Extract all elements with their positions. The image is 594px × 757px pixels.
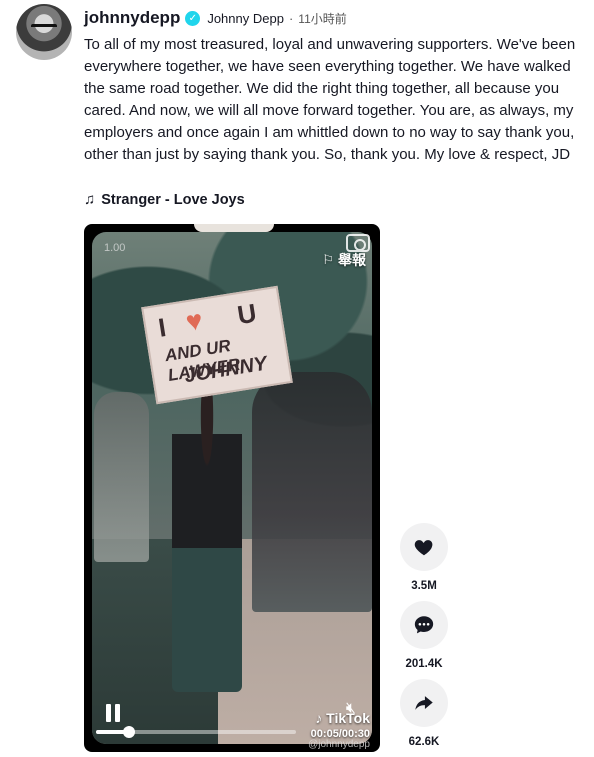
share-count: 62.6K xyxy=(408,736,440,748)
action-bar: 3.5M 201.4K 62.6K xyxy=(400,523,448,757)
share-button[interactable] xyxy=(400,679,448,727)
report-button[interactable]: ⚐ 舉報 xyxy=(322,250,366,270)
flag-icon: ⚐ xyxy=(322,252,334,267)
like-button[interactable] xyxy=(400,523,448,571)
video-watermark: @johnnydepp xyxy=(308,739,370,750)
sign-text-u: U xyxy=(235,297,259,331)
heart-icon xyxy=(414,540,433,556)
avatar[interactable] xyxy=(16,4,72,60)
nickname[interactable]: Johnny Depp xyxy=(207,11,284,26)
progress-bar[interactable] xyxy=(96,726,296,738)
time-ago: 11小時前 xyxy=(298,11,347,26)
sign-heart-icon: ♥ xyxy=(183,304,205,338)
comment-action[interactable]: 201.4K xyxy=(400,601,448,671)
post-caption: To all of my most treasured, loyal and u… xyxy=(84,36,576,163)
video-person-holding-sign xyxy=(172,392,242,692)
avatar-glasses xyxy=(31,24,57,31)
music-title[interactable]: Stranger - Love Joys xyxy=(101,192,244,208)
like-action[interactable]: 3.5M xyxy=(400,523,448,593)
like-count: 3.5M xyxy=(411,580,437,592)
video-crowd xyxy=(252,372,372,612)
video-person-left xyxy=(94,392,149,562)
music-link[interactable]: ♫ Stranger - Love Joys xyxy=(84,191,245,208)
pause-icon[interactable] xyxy=(106,704,122,722)
comment-button[interactable] xyxy=(400,601,448,649)
report-label: 舉報 xyxy=(338,252,366,268)
separator: · xyxy=(288,10,294,26)
tiktok-logo: ♪ TikTok xyxy=(315,710,370,726)
post-header: johnnydepp ✓ Johnny Depp · 11小時前 xyxy=(84,8,347,28)
brand-label: TikTok xyxy=(326,710,370,726)
comment-icon xyxy=(414,616,434,634)
music-note-icon: ♫ xyxy=(84,191,96,208)
aspect-label: 1.00 xyxy=(104,242,126,254)
video-top-notch xyxy=(194,224,274,232)
sign-text-i: I xyxy=(156,311,169,343)
share-action[interactable]: 62.6K xyxy=(400,679,448,749)
video-frame[interactable]: I ♥ U AND UR LAWYER JOHNNY xyxy=(92,232,372,744)
share-arrow-icon xyxy=(415,696,433,710)
username[interactable]: johnnydepp xyxy=(84,8,180,28)
video-player[interactable]: I ♥ U AND UR LAWYER JOHNNY 1.00 ⚐ 舉報 🔇︎ … xyxy=(84,224,380,752)
comment-count: 201.4K xyxy=(405,658,443,670)
tiktok-note-icon: ♪ xyxy=(315,710,323,726)
verified-check-icon: ✓ xyxy=(185,10,201,26)
